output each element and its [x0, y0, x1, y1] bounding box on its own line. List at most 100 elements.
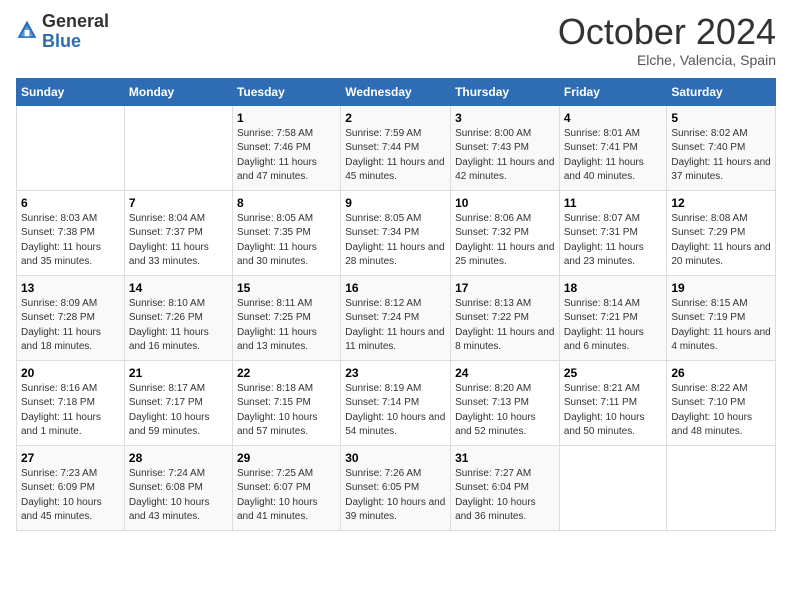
- title-block: October 2024 Elche, Valencia, Spain: [558, 12, 776, 68]
- day-info: Sunrise: 8:09 AMSunset: 7:28 PMDaylight:…: [21, 297, 120, 355]
- day-info: Sunrise: 8:03 AMSunset: 7:38 PMDaylight:…: [21, 212, 120, 270]
- day-cell: 25 Sunrise: 8:21 AMSunset: 7:11 PMDayligh…: [559, 360, 667, 445]
- day-cell: 24 Sunrise: 8:20 AMSunset: 7:13 PMDayligh…: [451, 360, 560, 445]
- day-cell: [124, 105, 232, 190]
- day-cell: 2 Sunrise: 7:59 AMSunset: 7:44 PMDaylight…: [341, 105, 451, 190]
- day-cell: 30 Sunrise: 7:26 AMSunset: 6:05 PMDayligh…: [341, 445, 451, 530]
- header: General Blue October 2024 Elche, Valenci…: [16, 12, 776, 68]
- day-info: Sunrise: 7:26 AMSunset: 6:05 PMDaylight:…: [345, 467, 446, 525]
- day-number: 22: [237, 366, 336, 380]
- day-number: 29: [237, 451, 336, 465]
- day-cell: 6 Sunrise: 8:03 AMSunset: 7:38 PMDaylight…: [17, 190, 125, 275]
- day-info: Sunrise: 8:10 AMSunset: 7:26 PMDaylight:…: [129, 297, 228, 355]
- day-number: 16: [345, 281, 446, 295]
- day-number: 19: [671, 281, 771, 295]
- day-cell: 8Sunrise: 8:05 AMSunset: 7:35 PMDaylight…: [232, 190, 340, 275]
- week-row-1: 1Sunrise: 7:58 AMSunset: 7:46 PMDaylight…: [17, 105, 776, 190]
- day-info: Sunrise: 7:24 AMSunset: 6:08 PMDaylight:…: [129, 467, 228, 525]
- day-number: 2: [345, 111, 446, 125]
- day-cell: 22 Sunrise: 8:18 AMSunset: 7:15 PMDayligh…: [232, 360, 340, 445]
- day-info: Sunrise: 8:13 AMSunset: 7:22 PMDaylight:…: [455, 297, 555, 355]
- day-number: 17: [455, 281, 555, 295]
- title-month: October 2024: [558, 12, 776, 52]
- calendar-header-row: SundayMondayTuesdayWednesdayThursdayFrid…: [17, 78, 776, 105]
- week-row-3: 13Sunrise: 8:09 AMSunset: 7:28 PMDayligh…: [17, 275, 776, 360]
- day-cell: 31Sunrise: 7:27 AMSunset: 6:04 PMDayligh…: [451, 445, 560, 530]
- day-number: 9: [345, 196, 446, 210]
- day-cell: 11 Sunrise: 8:07 AMSunset: 7:31 PMDayligh…: [559, 190, 667, 275]
- day-cell: 10 Sunrise: 8:06 AMSunset: 7:32 PMDayligh…: [451, 190, 560, 275]
- day-cell: 28 Sunrise: 7:24 AMSunset: 6:08 PMDayligh…: [124, 445, 232, 530]
- week-row-2: 6 Sunrise: 8:03 AMSunset: 7:38 PMDaylight…: [17, 190, 776, 275]
- col-header-sunday: Sunday: [17, 78, 125, 105]
- day-info: Sunrise: 8:16 AMSunset: 7:18 PMDaylight:…: [21, 382, 120, 440]
- day-number: 27: [21, 451, 120, 465]
- day-cell: 15Sunrise: 8:11 AMSunset: 7:25 PMDayligh…: [232, 275, 340, 360]
- day-number: 11: [564, 196, 663, 210]
- day-cell: 9 Sunrise: 8:05 AMSunset: 7:34 PMDaylight…: [341, 190, 451, 275]
- col-header-wednesday: Wednesday: [341, 78, 451, 105]
- day-cell: [17, 105, 125, 190]
- day-number: 31: [455, 451, 555, 465]
- day-number: 12: [671, 196, 771, 210]
- day-number: 23: [345, 366, 446, 380]
- col-header-thursday: Thursday: [451, 78, 560, 105]
- day-info: Sunrise: 8:15 AMSunset: 7:19 PMDaylight:…: [671, 297, 771, 355]
- day-info: Sunrise: 7:23 AMSunset: 6:09 PMDaylight:…: [21, 467, 120, 525]
- day-number: 24: [455, 366, 555, 380]
- week-row-4: 20Sunrise: 8:16 AMSunset: 7:18 PMDayligh…: [17, 360, 776, 445]
- day-cell: [559, 445, 667, 530]
- day-info: Sunrise: 8:04 AMSunset: 7:37 PMDaylight:…: [129, 212, 228, 270]
- day-number: 28: [129, 451, 228, 465]
- day-number: 10: [455, 196, 555, 210]
- day-info: Sunrise: 8:01 AMSunset: 7:41 PMDaylight:…: [564, 127, 663, 185]
- day-cell: 29Sunrise: 7:25 AMSunset: 6:07 PMDayligh…: [232, 445, 340, 530]
- day-info: Sunrise: 8:12 AMSunset: 7:24 PMDaylight:…: [345, 297, 446, 355]
- day-number: 6: [21, 196, 120, 210]
- day-info: Sunrise: 8:22 AMSunset: 7:10 PMDaylight:…: [671, 382, 771, 440]
- col-header-tuesday: Tuesday: [232, 78, 340, 105]
- day-number: 4: [564, 111, 663, 125]
- day-info: Sunrise: 7:58 AMSunset: 7:46 PMDaylight:…: [237, 127, 336, 185]
- day-number: 5: [671, 111, 771, 125]
- day-cell: 21 Sunrise: 8:17 AMSunset: 7:17 PMDayligh…: [124, 360, 232, 445]
- logo: General Blue: [16, 12, 109, 52]
- day-cell: 7Sunrise: 8:04 AMSunset: 7:37 PMDaylight…: [124, 190, 232, 275]
- day-info: Sunrise: 8:07 AMSunset: 7:31 PMDaylight:…: [564, 212, 663, 270]
- day-cell: 4 Sunrise: 8:01 AMSunset: 7:41 PMDaylight…: [559, 105, 667, 190]
- week-row-5: 27 Sunrise: 7:23 AMSunset: 6:09 PMDayligh…: [17, 445, 776, 530]
- day-cell: 3 Sunrise: 8:00 AMSunset: 7:43 PMDaylight…: [451, 105, 560, 190]
- day-number: 21: [129, 366, 228, 380]
- day-number: 26: [671, 366, 771, 380]
- day-info: Sunrise: 8:21 AMSunset: 7:11 PMDaylight:…: [564, 382, 663, 440]
- day-info: Sunrise: 8:14 AMSunset: 7:21 PMDaylight:…: [564, 297, 663, 355]
- logo-general: General: [42, 11, 109, 31]
- col-header-monday: Monday: [124, 78, 232, 105]
- day-info: Sunrise: 8:08 AMSunset: 7:29 PMDaylight:…: [671, 212, 771, 270]
- day-cell: 16 Sunrise: 8:12 AMSunset: 7:24 PMDayligh…: [341, 275, 451, 360]
- day-cell: 13Sunrise: 8:09 AMSunset: 7:28 PMDayligh…: [17, 275, 125, 360]
- day-info: Sunrise: 8:18 AMSunset: 7:15 PMDaylight:…: [237, 382, 336, 440]
- day-number: 30: [345, 451, 446, 465]
- day-info: Sunrise: 8:02 AMSunset: 7:40 PMDaylight:…: [671, 127, 771, 185]
- day-cell: 23 Sunrise: 8:19 AMSunset: 7:14 PMDayligh…: [341, 360, 451, 445]
- day-info: Sunrise: 8:05 AMSunset: 7:34 PMDaylight:…: [345, 212, 446, 270]
- day-info: Sunrise: 8:19 AMSunset: 7:14 PMDaylight:…: [345, 382, 446, 440]
- day-cell: 26 Sunrise: 8:22 AMSunset: 7:10 PMDayligh…: [667, 360, 776, 445]
- day-info: Sunrise: 7:59 AMSunset: 7:44 PMDaylight:…: [345, 127, 446, 185]
- day-number: 3: [455, 111, 555, 125]
- col-header-friday: Friday: [559, 78, 667, 105]
- day-info: Sunrise: 8:20 AMSunset: 7:13 PMDaylight:…: [455, 382, 555, 440]
- day-info: Sunrise: 8:06 AMSunset: 7:32 PMDaylight:…: [455, 212, 555, 270]
- day-cell: 18Sunrise: 8:14 AMSunset: 7:21 PMDayligh…: [559, 275, 667, 360]
- day-info: Sunrise: 8:00 AMSunset: 7:43 PMDaylight:…: [455, 127, 555, 185]
- day-cell: 17 Sunrise: 8:13 AMSunset: 7:22 PMDayligh…: [451, 275, 560, 360]
- day-info: Sunrise: 8:17 AMSunset: 7:17 PMDaylight:…: [129, 382, 228, 440]
- title-location: Elche, Valencia, Spain: [558, 52, 776, 68]
- day-number: 25: [564, 366, 663, 380]
- day-number: 15: [237, 281, 336, 295]
- page: General Blue October 2024 Elche, Valenci…: [0, 0, 792, 612]
- day-cell: 20Sunrise: 8:16 AMSunset: 7:18 PMDayligh…: [17, 360, 125, 445]
- day-cell: [667, 445, 776, 530]
- day-info: Sunrise: 8:05 AMSunset: 7:35 PMDaylight:…: [237, 212, 336, 270]
